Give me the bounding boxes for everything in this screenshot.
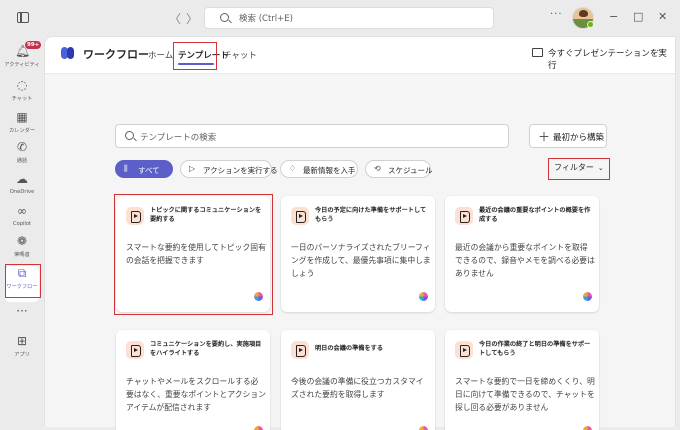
- tab-chat[interactable]: チャット: [223, 49, 257, 61]
- filter-chip-run-action[interactable]: ▷ アクションを実行する: [180, 160, 278, 178]
- rail-item-chat[interactable]: ◌ チャット: [0, 78, 44, 114]
- play-icon: ▷: [189, 164, 196, 173]
- grid-icon: ⫼: [124, 164, 128, 173]
- build-from-scratch-label: 最初から構築: [553, 133, 605, 143]
- card-description: 一日のパーソナライズされたブリーフィングを作成して、最優先事項に集中しましょう: [291, 243, 431, 278]
- card-description: チャットやメールをスクロールする必要はなく、重要なポイントとアクション アイテム…: [126, 377, 266, 412]
- app-header: ワークフロー ホーム テンプレート チャット 今すぐプレゼンテーションを実行 ·…: [45, 37, 675, 73]
- bell-icon: ♢: [289, 164, 297, 173]
- card-description: 最近の会議から重要なポイントを取得できるので、録音やメモを調べる必要はありません: [455, 243, 595, 278]
- apps-icon: ❁: [16, 234, 28, 248]
- template-search-placeholder: テンプレートの検索: [140, 133, 217, 143]
- template-card[interactable]: コミュニケーションを要約し、実施項目をハイライトする チャットやメールをスクロー…: [116, 330, 270, 430]
- calendar-icon: ▦: [16, 110, 28, 124]
- present-icon[interactable]: [532, 48, 543, 57]
- copilot-icon: [583, 426, 592, 430]
- main-pane: ワークフロー ホーム テンプレート チャット 今すぐプレゼンテーションを実行 ·…: [44, 36, 676, 430]
- phone-icon: ✆: [16, 140, 28, 154]
- highlight-box-first-card: [114, 194, 273, 315]
- highlight-box-templates-tab: [173, 42, 217, 70]
- copilot-icon: ∞: [17, 204, 27, 218]
- card-title: コミュニケーションを要約し、実施項目をハイライトする: [150, 341, 262, 357]
- copilot-icon: [419, 292, 428, 301]
- workflows-logo-icon: [61, 46, 75, 60]
- card-description: 今後の会議の準備に役立つカスタマイズされた要約を取得します: [291, 377, 424, 399]
- rail-item-activity[interactable]: 🔔︎ 99+ アクティビティ: [0, 41, 44, 80]
- more-icon: ···: [16, 304, 28, 318]
- plus-icon: ＋: [538, 130, 551, 144]
- search-icon: [125, 131, 134, 140]
- template-card[interactable]: 今日の作業の終了と明日の準備をサポートしてもらう スマートな要約で一日を締めくく…: [445, 330, 599, 430]
- template-search-input[interactable]: テンプレートの検索: [115, 124, 509, 148]
- add-app-icon: ⊞: [16, 334, 28, 348]
- global-search-placeholder: 検索 (Ctrl+E): [239, 14, 293, 24]
- highlight-box-filter: [548, 158, 610, 180]
- title-bar: 〈 〉 検索 (Ctrl+E) ··· − □ ✕: [0, 0, 680, 36]
- rail-item-onedrive[interactable]: ☁︎ OneDrive: [0, 172, 44, 208]
- card-description: スマートな要約で一日を締めくくり、明日に向けて準備できるので、チャットを探し回る…: [455, 377, 595, 412]
- rail-item-calls[interactable]: ✆ 通話: [0, 140, 44, 176]
- workflow-template-icon: [291, 207, 309, 225]
- minimize-button[interactable]: −: [609, 10, 618, 23]
- global-search-input[interactable]: 検索 (Ctrl+E): [204, 7, 494, 29]
- rail-item-label: 通話: [16, 158, 28, 164]
- forward-button[interactable]: 〉: [186, 10, 198, 27]
- rail-item-label: アクティビティ: [4, 62, 40, 68]
- sidebar-toggle-icon[interactable]: [17, 12, 29, 23]
- repeat-icon: ⟲: [374, 164, 381, 173]
- card-title: 最近の会議の重要なポイントの概要を作成する: [479, 207, 591, 223]
- template-card[interactable]: 最近の会議の重要なポイントの概要を作成する 最近の会議から重要なポイントを取得で…: [445, 196, 599, 312]
- search-icon: [220, 13, 229, 22]
- rail-item-label: アプリ: [14, 352, 30, 358]
- filter-chip-get-updates[interactable]: ♢ 最新情報を入手: [280, 160, 358, 178]
- presence-status-icon: [587, 21, 594, 28]
- chip-label: すべて: [138, 166, 160, 175]
- filter-chip-schedule[interactable]: ⟲ スケジュール: [365, 160, 433, 178]
- chip-label: 最新情報を入手: [303, 166, 356, 175]
- chip-label: アクションを実行する: [203, 166, 278, 175]
- highlight-box-workflows: [5, 264, 41, 298]
- workflow-template-icon: [455, 341, 473, 359]
- template-card[interactable]: 明日の会議の準備をする 今後の会議の準備に役立つカスタマイズされた要約を取得しま…: [281, 330, 435, 430]
- workflow-template-icon: [455, 207, 473, 225]
- notification-badge: 99+: [25, 41, 42, 49]
- maximize-button[interactable]: □: [633, 10, 643, 23]
- tab-home[interactable]: ホーム: [148, 49, 173, 61]
- card-title: 今日の予定に向けた準備をサポートしてもらう: [315, 207, 427, 223]
- cloud-icon: ☁︎: [16, 172, 28, 186]
- header-more-button[interactable]: ···: [652, 46, 665, 57]
- card-title: 明日の会議の準備をする: [315, 345, 384, 352]
- app-rail: 🔔︎ 99+ アクティビティ ◌ チャット ▦ カレンダー ✆ 通話 ☁︎ On…: [0, 36, 44, 430]
- build-from-scratch-button[interactable]: ＋ 最初から構築: [529, 124, 607, 148]
- workflow-template-icon: [126, 341, 144, 359]
- rail-item-label: Copilot: [12, 221, 32, 227]
- back-button[interactable]: 〈: [169, 10, 181, 27]
- card-title: 今日の作業の終了と明日の準備をサポートしてもらう: [479, 341, 591, 357]
- filter-chip-all[interactable]: ⫼ すべて: [115, 160, 173, 178]
- rail-item-add-apps[interactable]: ⊞ アプリ: [0, 334, 44, 370]
- copilot-icon: [583, 292, 592, 301]
- titlebar-more-button[interactable]: ···: [550, 9, 563, 20]
- app-title: ワークフロー: [83, 48, 149, 61]
- workflow-template-icon: [291, 341, 309, 359]
- rail-item-label: OneDrive: [9, 189, 35, 195]
- chip-label: スケジュール: [388, 166, 433, 175]
- template-card[interactable]: 今日の予定に向けた準備をサポートしてもらう 一日のパーソナライズされたブリーフィ…: [281, 196, 435, 312]
- copilot-icon: [254, 426, 263, 430]
- templates-content: テンプレートの検索 ＋ 最初から構築 ⫼ すべて ▷ アクションを実行する ♢ …: [45, 73, 675, 430]
- rail-item-label: 荣嗎音: [14, 252, 30, 258]
- chat-icon: ◌: [16, 78, 28, 92]
- rail-item-label: カレンダー: [9, 128, 35, 134]
- close-button[interactable]: ✕: [658, 10, 667, 23]
- copilot-icon: [419, 426, 428, 430]
- rail-item-label: チャット: [11, 96, 33, 102]
